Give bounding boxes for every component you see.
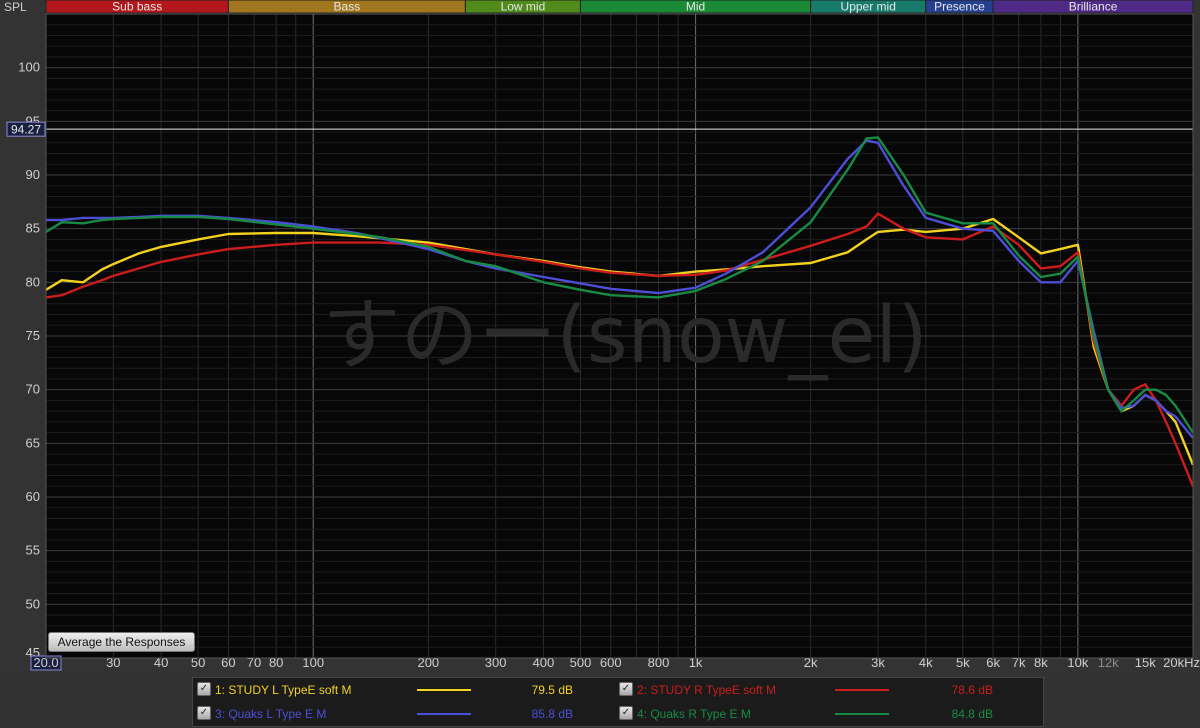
y-tick-label: 75 [26, 328, 40, 343]
legend-value-3: 85.8 dB [531, 707, 573, 721]
legend-row-2: ✓ 3: Quaks L Type E M 85.8 dB ✓ 4: Quaks… [193, 702, 1043, 726]
band-label-5: Presence [934, 0, 985, 14]
x-tick-label: 100 [302, 655, 324, 670]
band-label-3: Mid [686, 0, 705, 14]
x-tick-label: 200 [417, 655, 439, 670]
y-axis-label: SPL [4, 0, 27, 14]
band-label-2: Low mid [501, 0, 546, 14]
legend-swatch-3 [417, 713, 471, 715]
x-tick-label: 50 [191, 655, 205, 670]
x-tick-label: 1k [689, 655, 703, 670]
x-tick-label: 20kHz [1163, 655, 1200, 670]
x-tick-label: 15k [1135, 655, 1156, 670]
legend-checkbox-3[interactable]: ✓ [197, 706, 211, 720]
x-tick-label: 30 [106, 655, 120, 670]
y-tick-label: 50 [26, 596, 40, 611]
x-tick-label: 400 [533, 655, 555, 670]
y-tick-label: 100 [18, 60, 40, 75]
y-tick-label: 60 [26, 489, 40, 504]
x-tick-label: 800 [648, 655, 670, 670]
legend-checkbox-1[interactable]: ✓ [197, 682, 211, 696]
y-tick-label: 65 [26, 435, 40, 450]
x-tick-label: 80 [269, 655, 283, 670]
legend-label-4: 4: Quaks R Type E M [637, 707, 751, 721]
y-tick-label: 90 [26, 167, 40, 182]
y-tick-label: 80 [26, 274, 40, 289]
average-responses-button[interactable]: Average the Responses [48, 632, 195, 652]
cursor-value-label: 94.27 [11, 123, 41, 137]
x-tick-label: 60 [221, 655, 235, 670]
x-tick-label: 70 [247, 655, 261, 670]
x-tick-label: 300 [485, 655, 507, 670]
x-tick-label: 10k [1067, 655, 1088, 670]
x-tick-label: 40 [154, 655, 168, 670]
x-tick-label: 4k [919, 655, 933, 670]
watermark-text: すのー(snow_el) [322, 291, 927, 381]
x-tick-label: 7k [1012, 655, 1026, 670]
x-tick-label: 3k [871, 655, 885, 670]
x-tick-label: 6k [986, 655, 1000, 670]
frequency-response-chart[interactable]: Sub bass Bass Low mid Mid Upper mid Presence B… [0, 0, 1200, 672]
legend-swatch-2 [835, 689, 889, 691]
legend-swatch-4 [835, 713, 889, 715]
legend-row-1: ✓ 1: STUDY L TypeE soft M 79.5 dB ✓ 2: S… [193, 678, 1043, 702]
legend-value-4: 84.8 dB [951, 707, 993, 721]
legend-checkbox-2[interactable]: ✓ [619, 682, 633, 696]
x-tick-label: 8k [1034, 655, 1048, 670]
x-tick-label: 2k [804, 655, 818, 670]
legend-value-1: 79.5 dB [531, 683, 573, 697]
legend-label-1: 1: STUDY L TypeE soft M [215, 683, 352, 697]
legend-label-2: 2: STUDY R TypeE soft M [637, 683, 776, 697]
legend-label-3: 3: Quaks L Type E M [215, 707, 327, 721]
x-tick-label: 5k [956, 655, 970, 670]
y-tick-label: 55 [26, 543, 40, 558]
x-tick-label: 500 [570, 655, 592, 670]
y-tick-label: 70 [26, 382, 40, 397]
band-label-0: Sub bass [112, 0, 162, 14]
x-tick-label: 600 [600, 655, 622, 670]
band-label-4: Upper mid [841, 0, 896, 14]
legend-panel: ✓ 1: STUDY L TypeE soft M 79.5 dB ✓ 2: S… [192, 677, 1044, 727]
legend-swatch-1 [417, 689, 471, 691]
legend-value-2: 78.6 dB [951, 683, 993, 697]
band-label-6: Brilliance [1069, 0, 1118, 14]
legend-checkbox-4[interactable]: ✓ [619, 706, 633, 720]
y-tick-label: 85 [26, 221, 40, 236]
frequency-response-app: Sub bass Bass Low mid Mid Upper mid Presence B… [0, 0, 1200, 728]
x-tick-label: 12k [1098, 655, 1119, 670]
band-label-1: Bass [334, 0, 361, 14]
